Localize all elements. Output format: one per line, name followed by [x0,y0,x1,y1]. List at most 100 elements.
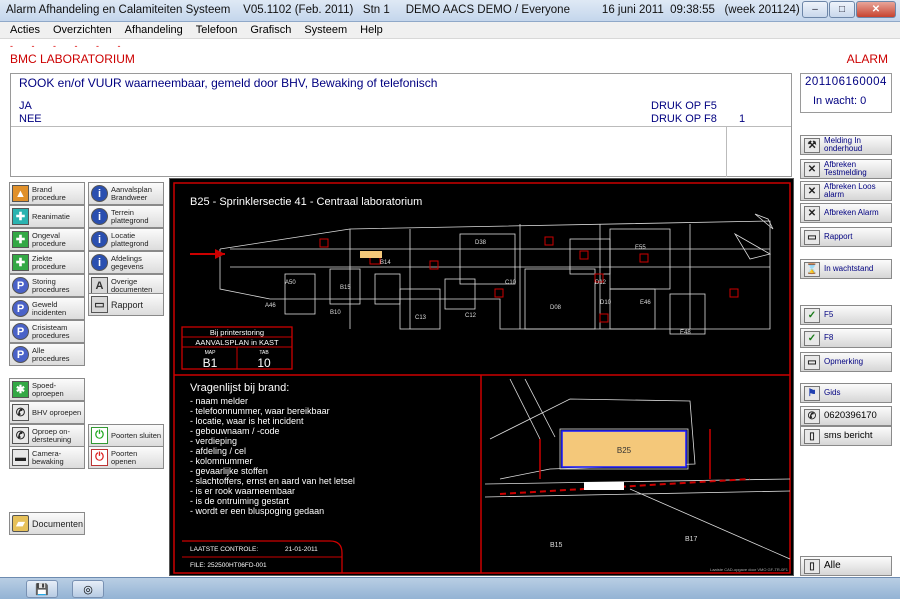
brand-procedure-button[interactable]: ▲ Brand procedure [9,182,85,205]
opmerking-button[interactable]: ▭ Opmerking [800,352,892,372]
aanvalsplan-button[interactable]: i Aanvalsplan Brandweer [88,182,164,205]
afdelings-gegevens-button[interactable]: i Afdelings gegevens [88,251,164,274]
close-button[interactable]: ✕ [856,1,896,18]
svg-text:B17: B17 [685,536,698,543]
questionnaire-title: Vragenlijst bij brand: [190,382,289,394]
svg-text:10: 10 [257,356,271,370]
sms-bericht-button[interactable]: ▯ sms bericht [800,426,892,446]
svg-text:- kolomnummer: - kolomnummer [190,456,253,466]
info-icon: i [91,254,108,271]
wrench-icon: ⚒ [804,137,820,153]
button-label: sms bericht [824,429,873,441]
ziekte-procedure-button[interactable]: ✚ Ziekte procedure [9,251,85,274]
alarm-id-number: 201106160004 [805,76,887,88]
svg-text:- gebouwnaam / -code: - gebouwnaam / -code [190,426,280,436]
button-label: Afbreken Alarm [824,207,879,217]
svg-text:- is de ontruiming gestart: - is de ontruiming gestart [190,496,290,506]
poorten-sluiten-button[interactable]: ⏻ Poorten sluiten [88,424,164,447]
locatie-plattegrond-button[interactable]: i Locatie plattegrond [88,228,164,251]
report-icon: ▭ [804,229,820,245]
svg-text:D10: D10 [600,300,612,306]
alarm-message-title: ROOK en/of VUUR waarneembaar, gemeld doo… [19,76,438,90]
indicator-dots: - - - - - - [10,41,129,51]
site-map: B25 B15 B17 Laatste CAD-opgave door VMO … [484,378,791,572]
button-label: Reanimatie [32,211,70,221]
svg-text:- afdeling / cel: - afdeling / cel [190,446,246,456]
minimize-button[interactable]: – [802,1,828,18]
floorplan-drawing[interactable]: B25 - Sprinklersectie 41 - Centraal labo… [169,178,794,576]
svg-text:D38: D38 [475,240,487,246]
afbreken-loos-alarm-button[interactable]: ✕ Afbreken Loos alarm [800,181,892,201]
camera-bewaking-button[interactable]: ▬ Camera- bewaking [9,446,85,469]
option-nee-count: 1 [739,113,746,125]
alarm-message-panel: ROOK en/of VUUR waarneembaar, gemeld doo… [10,73,792,177]
svg-text:- locatie, waar is het inciden: - locatie, waar is het incident [190,416,304,426]
sprinkler-markers [319,236,739,323]
rapport-left-button[interactable]: ▭ Rapport [88,293,164,316]
menu-overzichten[interactable]: Overzichten [53,22,112,38]
cancel-icon: ✕ [804,205,820,221]
button-label: BHV oproepen [32,407,82,417]
questionnaire-list: - naam melder - telefoonnummer, waar ber… [190,396,355,516]
button-label: Locatie plattegrond [111,230,149,248]
alle-procedures-button[interactable]: P Alle procedures [9,343,85,366]
last-check-box: LAATSTE CONTROLE: 21-01-2011 FILE: 25250… [182,540,343,573]
svg-text:Laatste CAD-opgave door VMO: Laatste CAD-opgave door VMO GF-TR-0F1 [710,567,789,572]
button-label: Opmerking [824,356,864,366]
rapport-button[interactable]: ▭ Rapport [800,227,892,247]
taskbar: 💾 ◎ [0,577,900,599]
in-wachtstand-button[interactable]: ⌛ In wachtstand [800,259,892,279]
floorplan-svg: B25 - Sprinklersectie 41 - Centraal labo… [173,182,791,574]
afbreken-testmelding-button[interactable]: ✕ Afbreken Testmelding [800,159,892,179]
menu-systeem[interactable]: Systeem [304,22,347,38]
bhv-oproepen-button[interactable]: ✆ BHV oproepen [9,401,85,424]
printer-failure-box: Bij printerstoring AANVALSPLAN in KAST M… [181,326,293,370]
button-label: Geweld incidenten [32,299,67,317]
afbreken-alarm-button[interactable]: ✕ Afbreken Alarm [800,203,892,223]
cancel-icon: ✕ [804,161,820,177]
oproep-ondersteuning-button[interactable]: ✆ Oproep on- dersteuning [9,424,85,447]
save-icon[interactable]: 💾 [26,580,58,598]
geweld-incidenten-button[interactable]: P Geweld incidenten [9,297,85,320]
menu-telefoon[interactable]: Telefoon [196,22,238,38]
ongeval-procedure-button[interactable]: ✚ Ongeval procedure [9,228,85,251]
svg-text:- telefoonnummer, waar bereikb: - telefoonnummer, waar bereikbaar [190,406,330,416]
alle-button[interactable]: ▯ Alle [800,556,892,576]
f5-button[interactable]: ✓ F5 [800,305,892,325]
all-icon: ▯ [804,558,820,574]
poorten-openen-button[interactable]: ⏻ Poorten openen [88,446,164,469]
button-label: Spoed- oproepen [32,380,64,398]
p-icon: P [12,346,29,363]
reanimatie-button[interactable]: ✚ Reanimatie [9,205,85,228]
svg-text:B14: B14 [380,260,391,266]
divider [11,126,791,127]
button-label: Alle [824,559,841,571]
menu-grafisch[interactable]: Grafisch [250,22,291,38]
report-icon: ▭ [91,296,108,313]
spoedoproepen-button[interactable]: ✱ Spoed- oproepen [9,378,85,401]
button-label: Documenten [32,518,84,529]
crisisteam-procedures-button[interactable]: P Crisisteam procedures [9,320,85,343]
app-icon[interactable]: ◎ [72,580,104,598]
f8-button[interactable]: ✓ F8 [800,328,892,348]
svg-text:C13: C13 [415,315,427,321]
gids-button[interactable]: ⚑ Gids [800,383,892,403]
svg-text:- naam melder: - naam melder [190,396,248,406]
svg-text:- slachtoffers, ernst en aard: - slachtoffers, ernst en aard van het le… [190,476,355,486]
menu-acties[interactable]: Acties [10,22,40,38]
svg-text:21-01-2011: 21-01-2011 [285,546,318,553]
p-icon: P [12,300,29,317]
phone-number-button[interactable]: ✆ 0620396170 [800,406,892,426]
button-label: Oproep on- dersteuning [32,426,72,444]
storing-procedures-button[interactable]: P Storing procedures [9,274,85,297]
svg-text:LAATSTE CONTROLE:: LAATSTE CONTROLE: [190,546,258,553]
melding-onderhoud-button[interactable]: ⚒ Melding In onderhoud [800,135,892,155]
svg-text:A50: A50 [285,280,296,286]
svg-text:B15: B15 [340,285,351,291]
terrein-plattegrond-button[interactable]: i Terrein plattegrond [88,205,164,228]
maximize-button[interactable]: □ [829,1,855,18]
documenten-button[interactable]: ▰ Documenten [9,512,85,535]
alarm-label: ALARM [846,52,888,66]
menu-help[interactable]: Help [360,22,383,38]
menu-afhandeling[interactable]: Afhandeling [125,22,183,38]
